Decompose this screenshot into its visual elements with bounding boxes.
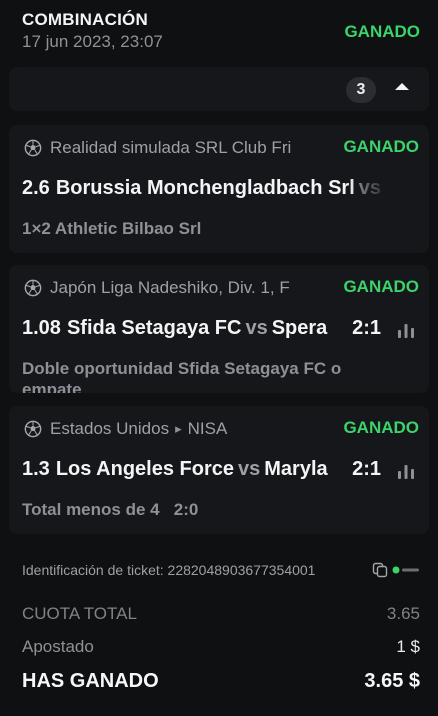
soccer-ball-icon (24, 279, 42, 297)
selection-card[interactable]: Realidad simulada SRL Club Fri GANADO 2.… (9, 125, 429, 253)
selection-card[interactable]: Japón Liga Nadeshiko, Div. 1, F GANADO 1… (9, 265, 429, 393)
home-team: Los Angeles Force (55, 458, 235, 480)
league-line: Japón Liga Nadeshiko, Div. 1, F (24, 277, 339, 299)
home-team: Sfida Setagaya FC (66, 317, 242, 339)
total-odds-row: CUOTA TOTAL 3.65 (22, 604, 420, 637)
match-line: 1.08 Sfida Setagaya FC vs Spera (22, 317, 342, 343)
stake-label: Apostado (22, 637, 94, 656)
totals-section: CUOTA TOTAL 3.65 Apostado 1 $ HAS GANADO… (22, 604, 420, 703)
winnings-row: HAS GANADO 3.65 $ (22, 670, 420, 703)
league-name: Japón Liga Nadeshiko, Div. 1, F (50, 278, 290, 297)
vs-label: vs (245, 317, 268, 339)
stake-value: 1 $ (396, 637, 420, 656)
league-name: Estados Unidos (50, 419, 170, 438)
copy-icon[interactable] (372, 562, 388, 578)
market-label: Doble oportunidad Sfida Setagaya FC o em… (22, 359, 342, 393)
stake-row: Apostado 1 $ (22, 637, 420, 670)
match-score: 2:1 (348, 458, 381, 481)
selection-count-badge: 3 (346, 77, 376, 103)
total-odds-value: 3.65 (386, 604, 420, 623)
match-line: 1.3 Los Angeles Force vs Maryla (22, 458, 342, 484)
breadcrumb-chevron-icon: ▸ (175, 421, 182, 436)
match-score: 2:1 (348, 317, 381, 340)
vs-label: vs (238, 458, 261, 480)
away-team: Maryla (264, 458, 328, 480)
league-line: Estados Unidos ▸ NISA (24, 418, 339, 440)
match-fade (349, 177, 409, 205)
match-line: 2.6Borussia Monchengladbach Srlvs (22, 177, 402, 203)
selection-card[interactable]: Estados Unidos ▸ NISA GANADO 1.3 Los Ange… (9, 406, 429, 534)
stats-bars-icon[interactable] (397, 463, 415, 479)
ticket-id-line: Identificación de ticket: 22820489036773… (22, 562, 315, 578)
ticket-id-label: Identificación de ticket: (22, 562, 164, 578)
winnings-label: HAS GANADO (22, 670, 159, 692)
selection-status-badge: GANADO (343, 418, 419, 437)
stats-bars-icon[interactable] (397, 322, 415, 338)
brand-logo-icon (392, 566, 419, 574)
league-line: Realidad simulada SRL Club Fri (24, 137, 339, 159)
ticket-id-value: 2282048903677354001 (167, 562, 316, 578)
bet-status-badge: GANADO (344, 22, 420, 41)
selections-toggle-bar[interactable]: 3 (9, 67, 429, 111)
winnings-value: 3.65 $ (364, 670, 420, 692)
market-label: 1×2 Athletic Bilbao Srl (22, 219, 202, 238)
total-odds-label: CUOTA TOTAL (22, 604, 137, 623)
home-team: Borussia Monchengladbach Srl (55, 177, 355, 199)
collapse-caret-icon[interactable] (395, 83, 409, 90)
selection-odds: 1.3 (22, 458, 50, 480)
ticket-actions (372, 562, 420, 578)
selection-status-badge: GANADO (343, 137, 419, 156)
soccer-ball-icon (24, 420, 42, 438)
selection-status-badge: GANADO (343, 277, 419, 296)
selection-odds: 2.6 (22, 177, 50, 199)
league-name: Realidad simulada SRL Club Fri (50, 138, 292, 157)
selection-odds: 1.08 (22, 317, 61, 339)
league-subname: NISA (187, 419, 228, 438)
bet-header: COMBINACIÓN 17 jun 2023, 23:07 GANADO (22, 10, 420, 56)
market-label: Total menos de 4 2:0 (22, 500, 199, 519)
soccer-ball-icon (24, 139, 42, 157)
away-team: Spera (271, 317, 328, 339)
